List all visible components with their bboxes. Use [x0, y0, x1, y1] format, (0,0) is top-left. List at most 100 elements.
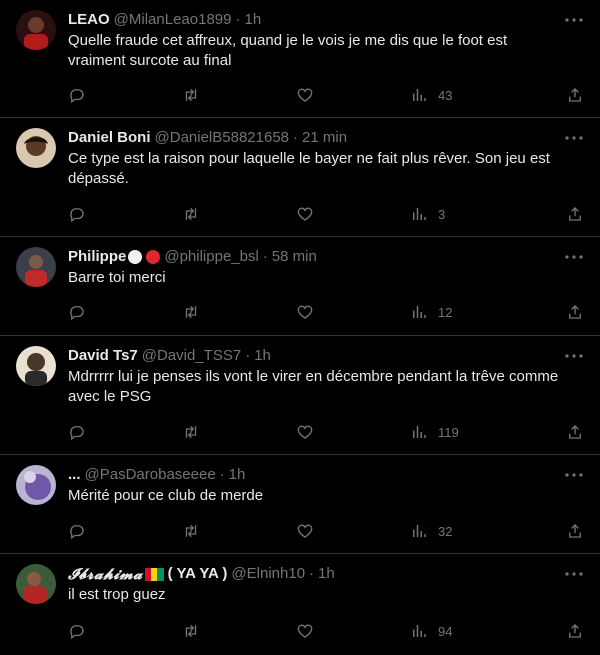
timestamp[interactable]: 1h — [318, 564, 335, 584]
action-bar: 43 — [68, 85, 584, 105]
avatar[interactable] — [16, 346, 56, 386]
retweet-icon[interactable] — [182, 86, 200, 104]
guinea-flag-emoji — [144, 567, 164, 581]
timestamp[interactable]: 1h — [229, 465, 246, 485]
like-icon[interactable] — [296, 622, 314, 640]
user-handle[interactable]: @Elninh10 — [231, 564, 305, 584]
views-icon — [413, 89, 426, 101]
separator: · — [235, 11, 241, 28]
user-handle[interactable]: @PasDarobaseeee — [85, 465, 216, 485]
retweet-icon[interactable] — [182, 303, 200, 321]
more-icon[interactable] — [564, 564, 584, 584]
tweet-text: il est trop guez — [68, 586, 166, 603]
views-icon — [413, 525, 426, 537]
more-icon[interactable] — [564, 465, 584, 485]
display-name-suffix[interactable]: ( YA YA ) — [168, 564, 228, 584]
views-number: 119 — [438, 424, 459, 440]
display-name[interactable]: Philippe — [68, 247, 126, 267]
views-number: 94 — [438, 623, 453, 639]
share-icon[interactable] — [566, 423, 584, 441]
reply-icon[interactable] — [68, 522, 86, 540]
separator: · — [293, 129, 299, 146]
views-icon — [413, 625, 426, 637]
more-icon[interactable] — [564, 128, 584, 148]
views-number: 3 — [438, 206, 446, 222]
views-number: 12 — [438, 304, 453, 320]
like-icon[interactable] — [296, 86, 314, 104]
white-circle-emoji — [128, 250, 143, 264]
views-count[interactable]: 32 — [410, 522, 470, 540]
like-icon[interactable] — [296, 522, 314, 540]
tweet[interactable]: LEAO @MilanLeao1899 · 1h Quelle fraude c… — [0, 0, 600, 118]
reply-icon[interactable] — [68, 86, 86, 104]
timestamp[interactable]: 1h — [254, 346, 271, 366]
reply-icon[interactable] — [68, 622, 86, 640]
views-count[interactable]: 119 — [410, 423, 470, 441]
avatar[interactable] — [16, 465, 56, 505]
display-name[interactable]: LEAO — [68, 10, 110, 30]
tweet[interactable]: Daniel Boni @DanielB58821658 · 21 min Ce… — [0, 118, 600, 237]
user-handle[interactable]: @DanielB58821658 — [155, 128, 290, 148]
tweet-text: Ce type est la raison pour laquelle le b… — [68, 150, 555, 187]
display-name[interactable]: David Ts7 — [68, 346, 138, 366]
views-icon — [413, 426, 426, 438]
more-icon[interactable] — [564, 247, 584, 267]
user-handle[interactable]: @philippe_bsl — [164, 247, 258, 267]
share-icon[interactable] — [566, 522, 584, 540]
action-bar: 119 — [68, 422, 584, 442]
views-count[interactable]: 3 — [410, 205, 470, 223]
tweet[interactable]: David Ts7 @David_TSS7 · 1h Mdrrrrr lui j… — [0, 336, 600, 455]
retweet-icon[interactable] — [182, 522, 200, 540]
action-bar: 3 — [68, 204, 584, 224]
user-handle[interactable]: @David_TSS7 — [142, 346, 241, 366]
avatar[interactable] — [16, 247, 56, 287]
more-icon[interactable] — [564, 10, 584, 30]
timestamp[interactable]: 58 min — [272, 247, 317, 267]
tweet[interactable]: Philippe @philippe_bsl · 58 min Barre to… — [0, 237, 600, 336]
tweet-text: Mérité pour ce club de merde — [68, 487, 264, 504]
user-handle[interactable]: @MilanLeao1899 — [114, 10, 232, 30]
avatar[interactable] — [16, 564, 56, 604]
display-name[interactable]: Daniel Boni — [68, 128, 151, 148]
display-name[interactable]: 𝓘𝓫𝓻𝓪𝓱𝓲𝓶𝓪 — [68, 564, 143, 584]
tweet-header: Philippe @philippe_bsl · 58 min — [68, 247, 584, 267]
tweet-text: Barre toi merci — [68, 269, 166, 286]
avatar[interactable] — [16, 10, 56, 50]
tweet[interactable]: ... @PasDarobaseeee · 1h Mérité pour ce … — [0, 455, 600, 554]
display-name[interactable]: ... — [68, 465, 81, 485]
like-icon[interactable] — [296, 423, 314, 441]
timestamp[interactable]: 21 min — [302, 128, 347, 148]
views-count[interactable]: 94 — [410, 622, 470, 640]
action-bar: 94 — [68, 621, 584, 641]
views-number: 32 — [438, 523, 453, 539]
separator: · — [219, 466, 225, 483]
action-bar: 12 — [68, 302, 584, 322]
reply-icon[interactable] — [68, 303, 86, 321]
share-icon[interactable] — [566, 303, 584, 321]
separator: · — [262, 248, 268, 265]
tweet[interactable]: 𝓘𝓫𝓻𝓪𝓱𝓲𝓶𝓪 ( YA YA ) @Elninh10 · 1h il est… — [0, 554, 600, 655]
avatar[interactable] — [16, 128, 56, 168]
timestamp[interactable]: 1h — [244, 10, 261, 30]
tweet-header: David Ts7 @David_TSS7 · 1h — [68, 346, 584, 366]
like-icon[interactable] — [296, 205, 314, 223]
views-count[interactable]: 43 — [410, 86, 470, 104]
views-count[interactable]: 12 — [410, 303, 470, 321]
share-icon[interactable] — [566, 205, 584, 223]
reply-icon[interactable] — [68, 423, 86, 441]
retweet-icon[interactable] — [182, 622, 200, 640]
tweet-text: Quelle fraude cet affreux, quand je le v… — [68, 32, 512, 69]
reply-icon[interactable] — [68, 205, 86, 223]
action-bar: 32 — [68, 521, 584, 541]
views-icon — [413, 306, 426, 318]
share-icon[interactable] — [566, 622, 584, 640]
tweet-text: Mdrrrrr lui je penses ils vont le virer … — [68, 368, 563, 405]
share-icon[interactable] — [566, 86, 584, 104]
separator: · — [309, 565, 315, 582]
tweet-header: ... @PasDarobaseeee · 1h — [68, 465, 584, 485]
retweet-icon[interactable] — [182, 423, 200, 441]
red-circle-emoji — [146, 250, 161, 264]
retweet-icon[interactable] — [182, 205, 200, 223]
like-icon[interactable] — [296, 303, 314, 321]
more-icon[interactable] — [564, 346, 584, 366]
